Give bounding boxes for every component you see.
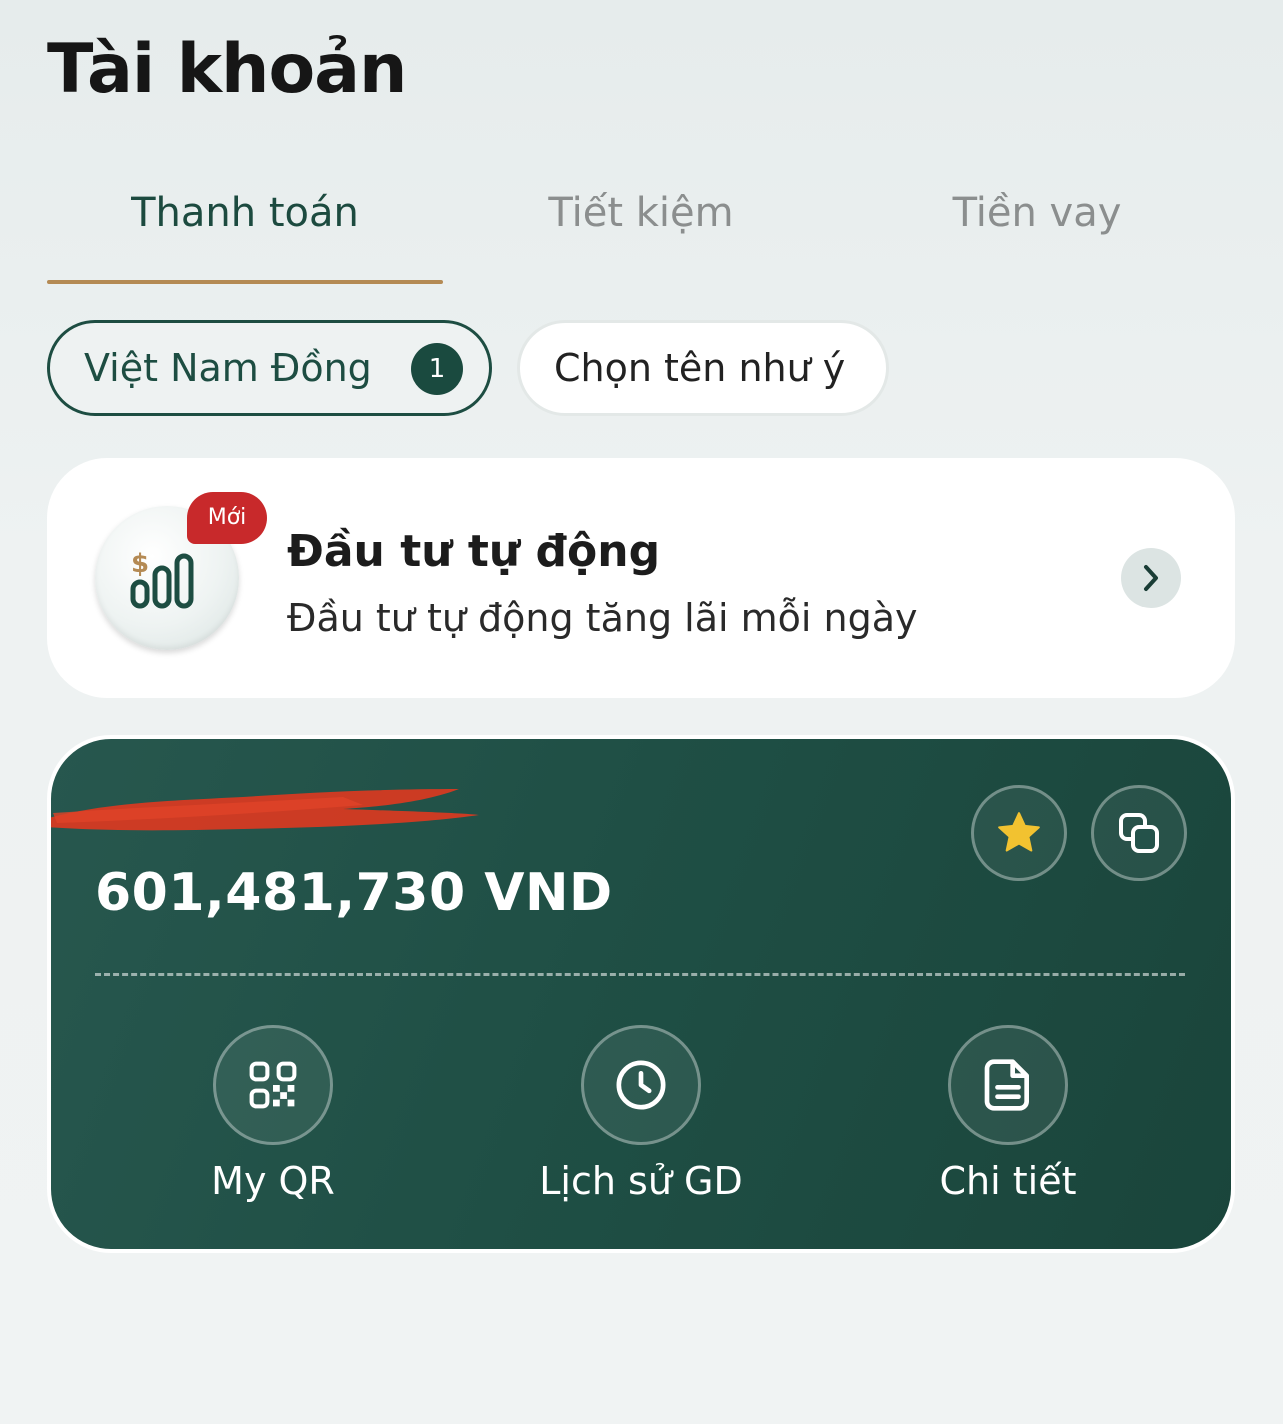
custom-account-name-chip[interactable]: Chọn tên như ý bbox=[517, 320, 889, 416]
currency-filter-chip[interactable]: Việt Nam Đồng 1 bbox=[47, 320, 492, 416]
tab-label: Tiền vay bbox=[952, 190, 1122, 236]
chevron-right-icon[interactable] bbox=[1121, 548, 1181, 608]
action-label: My QR bbox=[211, 1159, 335, 1203]
redacted-account-name bbox=[51, 789, 479, 831]
count-badge: 1 bbox=[411, 343, 463, 395]
dashed-divider bbox=[95, 973, 1185, 976]
new-badge: Mới bbox=[187, 492, 267, 544]
tab-loans[interactable]: Tiền vay bbox=[839, 180, 1235, 284]
active-tab-indicator bbox=[47, 280, 443, 284]
tab-label: Tiết kiệm bbox=[548, 190, 734, 236]
document-icon bbox=[984, 1059, 1029, 1111]
copy-icon bbox=[1119, 813, 1159, 853]
copy-account-button[interactable] bbox=[1091, 785, 1187, 881]
favorite-button[interactable] bbox=[971, 785, 1067, 881]
svg-text:$: $ bbox=[131, 549, 149, 579]
star-icon bbox=[998, 812, 1040, 852]
tab-payment[interactable]: Thanh toán bbox=[47, 180, 443, 284]
payment-account-card[interactable]: 601,481,730 VND My QR Lịch sử GD Chi tiế… bbox=[47, 735, 1235, 1253]
tab-savings[interactable]: Tiết kiệm bbox=[443, 180, 839, 284]
auto-invest-promo-card[interactable]: $ Mới Đầu tư tự động Đầu tư tự động tăng… bbox=[47, 458, 1235, 698]
promo-title: Đầu tư tự động bbox=[287, 526, 661, 577]
chip-label: Chọn tên như ý bbox=[554, 346, 846, 390]
action-label: Chi tiết bbox=[939, 1159, 1077, 1203]
chip-label: Việt Nam Đồng bbox=[84, 346, 372, 390]
action-label: Lịch sử GD bbox=[539, 1159, 743, 1203]
accounts-screen: Tài khoản Thanh toán Tiết kiệm Tiền vay … bbox=[0, 0, 1283, 1424]
transaction-history-button[interactable]: Lịch sử GD bbox=[511, 1025, 771, 1225]
qr-code-icon bbox=[249, 1061, 297, 1109]
page-title: Tài khoản bbox=[47, 30, 407, 109]
account-details-button[interactable]: Chi tiết bbox=[878, 1025, 1138, 1225]
clock-icon bbox=[616, 1060, 666, 1110]
tab-label: Thanh toán bbox=[131, 190, 359, 236]
account-balance: 601,481,730 VND bbox=[95, 863, 613, 923]
promo-subtitle: Đầu tư tự động tăng lãi mỗi ngày bbox=[287, 596, 918, 640]
my-qr-button[interactable]: My QR bbox=[143, 1025, 403, 1225]
account-type-tabs: Thanh toán Tiết kiệm Tiền vay bbox=[47, 180, 1237, 284]
